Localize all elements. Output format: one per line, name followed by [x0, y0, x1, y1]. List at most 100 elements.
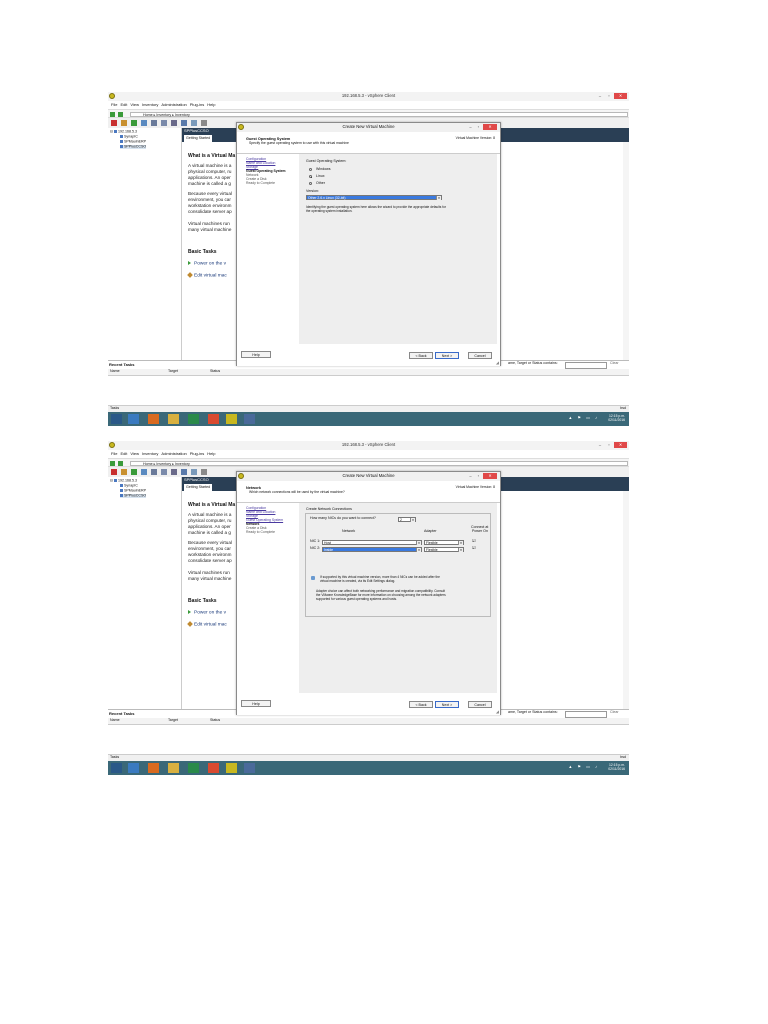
edit-vm-link[interactable]: Edit virtual mac [187, 621, 227, 628]
snapshot-icon[interactable] [151, 469, 157, 475]
menu-edit[interactable]: Edit [120, 102, 127, 107]
breadcrumb-inventory[interactable]: Inventory [156, 113, 171, 117]
tasks-button[interactable]: Tasks [110, 406, 119, 411]
cancel-button[interactable]: Cancel [468, 352, 492, 359]
chrome-icon[interactable] [208, 414, 219, 424]
menu-help[interactable]: Help [207, 102, 215, 107]
tab-getting-started[interactable]: Getting Started [184, 484, 213, 491]
minimize-icon[interactable]: – [467, 124, 474, 130]
chrome-icon[interactable] [208, 763, 219, 773]
radio-other[interactable] [309, 182, 312, 185]
remote-desktop-icon[interactable] [244, 414, 255, 424]
breadcrumb-home[interactable]: Home [143, 462, 153, 466]
stop-icon[interactable] [111, 120, 117, 126]
help-button[interactable]: Help [241, 351, 271, 358]
settings-icon[interactable] [171, 469, 177, 475]
minimize-icon[interactable]: – [467, 473, 474, 479]
pause-icon[interactable] [121, 120, 127, 126]
stop-icon[interactable] [111, 469, 117, 475]
explorer-icon[interactable] [168, 414, 179, 424]
play-icon[interactable] [131, 120, 137, 126]
maximize-icon[interactable]: ▫ [605, 442, 613, 448]
tree-vm-ccso[interactable]: SPPlusCCSO [120, 144, 147, 150]
back-button[interactable]: < Back [409, 701, 433, 708]
clone-icon[interactable] [191, 469, 197, 475]
nic1-network-select[interactable]: Host ▾ [322, 539, 422, 545]
excel-icon[interactable] [188, 414, 199, 424]
close-icon[interactable]: ✕ [614, 93, 627, 99]
menu-view[interactable]: View [130, 102, 139, 107]
play-icon[interactable] [131, 469, 137, 475]
more-icon[interactable] [201, 469, 207, 475]
menu-plugins[interactable]: Plug-ins [190, 451, 204, 456]
forward-icon[interactable] [118, 460, 123, 466]
version-select[interactable]: Other 2.6.x Linux (32-bit) ▾ [306, 195, 442, 200]
breadcrumb-inventory-2[interactable]: Inventory [175, 113, 190, 117]
radio-linux[interactable] [309, 175, 312, 178]
menu-administration[interactable]: Administration [161, 451, 186, 456]
col-target[interactable]: Target [168, 718, 178, 723]
forward-icon[interactable] [118, 111, 123, 117]
nic-count-select[interactable]: 2 ▾ [398, 517, 416, 522]
start-icon[interactable] [111, 763, 122, 773]
close-icon[interactable]: ✕ [483, 124, 497, 130]
pause-icon[interactable] [121, 469, 127, 475]
migrate-icon[interactable] [181, 469, 187, 475]
breadcrumb-inventory-2[interactable]: Inventory [175, 462, 190, 466]
next-button[interactable]: Next > [435, 352, 459, 359]
back-button[interactable]: < Back [409, 352, 433, 359]
nic1-connect-checkbox[interactable]: ☑ [472, 538, 476, 543]
resize-grip-icon[interactable]: ◢ [496, 709, 499, 714]
firefox-icon[interactable] [148, 414, 159, 424]
filter-input[interactable] [565, 711, 607, 718]
excel-icon[interactable] [188, 763, 199, 773]
filter-input[interactable] [565, 362, 607, 369]
radio-windows[interactable] [309, 168, 312, 171]
maximize-icon[interactable]: ▫ [475, 124, 482, 130]
firefox-icon[interactable] [148, 763, 159, 773]
col-name[interactable]: Name [110, 718, 120, 723]
start-icon[interactable] [111, 414, 122, 424]
snapshot-icon[interactable] [151, 120, 157, 126]
console-icon[interactable] [161, 120, 167, 126]
menu-plugins[interactable]: Plug-ins [190, 102, 204, 107]
ie-icon[interactable] [128, 763, 139, 773]
col-status[interactable]: Status [210, 369, 220, 374]
nic2-adapter-select[interactable]: Flexible ▾ [424, 546, 464, 552]
close-icon[interactable]: ✕ [614, 442, 627, 448]
col-status[interactable]: Status [210, 718, 220, 723]
nic2-connect-checkbox[interactable]: ☑ [472, 545, 476, 550]
breadcrumb-home[interactable]: Home [143, 113, 153, 117]
resize-grip-icon[interactable]: ◢ [496, 360, 499, 365]
nic1-adapter-select[interactable]: Flexible ▾ [424, 539, 464, 545]
maximize-icon[interactable]: ▫ [475, 473, 482, 479]
menu-edit[interactable]: Edit [120, 451, 127, 456]
more-icon[interactable] [201, 120, 207, 126]
refresh-icon[interactable] [141, 120, 147, 126]
remote-desktop-icon[interactable] [244, 763, 255, 773]
power-on-link[interactable]: Power on the v [188, 610, 226, 616]
clone-icon[interactable] [191, 120, 197, 126]
col-name[interactable]: Name [110, 369, 120, 374]
menu-administration[interactable]: Administration [161, 102, 186, 107]
minimize-icon[interactable]: – [596, 442, 604, 448]
refresh-icon[interactable] [141, 469, 147, 475]
vsphere-taskbar-icon[interactable] [226, 763, 237, 773]
explorer-icon[interactable] [168, 763, 179, 773]
clear-button[interactable]: Clear [610, 361, 619, 366]
menu-file[interactable]: File [111, 102, 117, 107]
vsphere-taskbar-icon[interactable] [226, 414, 237, 424]
menu-inventory[interactable]: Inventory [142, 102, 158, 107]
help-button[interactable]: Help [241, 700, 271, 707]
menu-file[interactable]: File [111, 451, 117, 456]
close-icon[interactable]: ✕ [483, 473, 497, 479]
clear-button[interactable]: Clear [610, 710, 619, 715]
back-icon[interactable] [110, 460, 115, 466]
ie-icon[interactable] [128, 414, 139, 424]
nic2-network-select[interactable]: Inside ▾ [322, 546, 422, 552]
menu-view[interactable]: View [130, 451, 139, 456]
cancel-button[interactable]: Cancel [468, 701, 492, 708]
next-button[interactable]: Next > [435, 701, 459, 708]
breadcrumb-inventory[interactable]: Inventory [156, 462, 171, 466]
tasks-button[interactable]: Tasks [110, 755, 119, 760]
